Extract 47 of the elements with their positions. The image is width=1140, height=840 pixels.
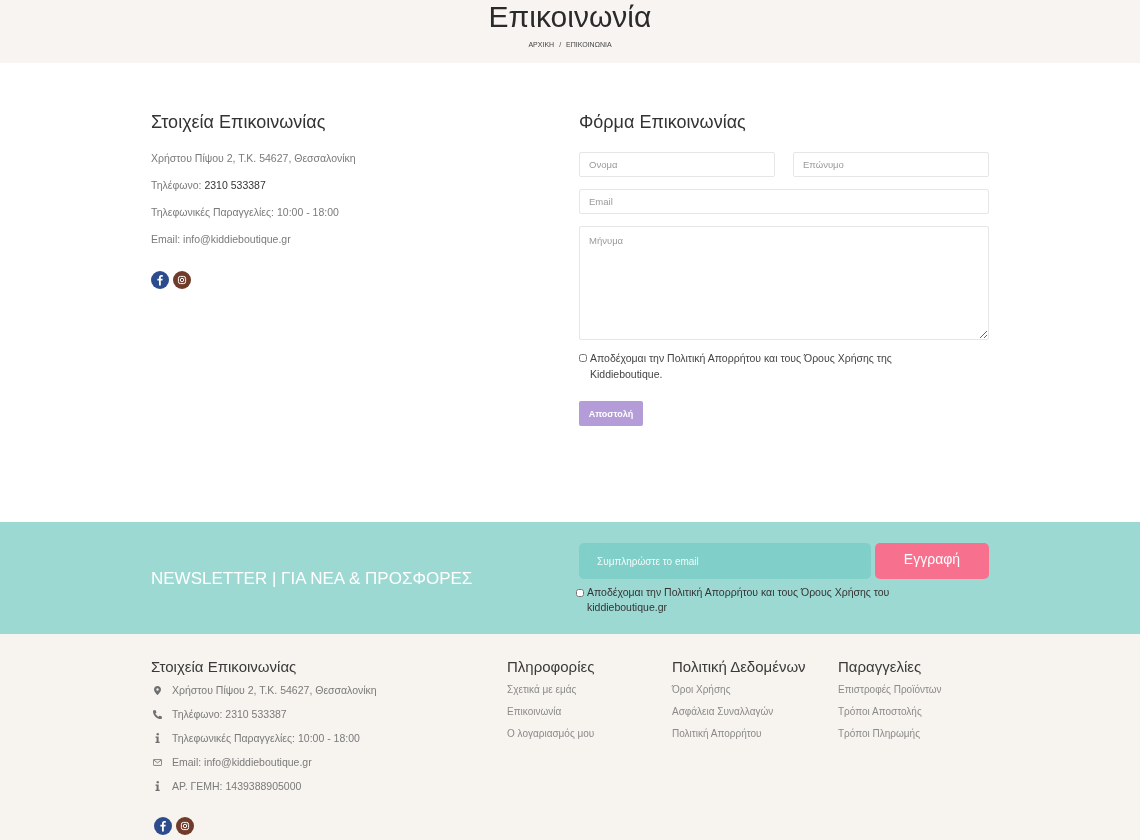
footer-contact-text: Email: info@kiddieboutique.gr bbox=[172, 756, 312, 768]
consent-text: Αποδέχομαι την Πολιτική Απορρήτου και τους Όρους Χρήσης της Kiddieboutique. bbox=[590, 351, 893, 382]
footer-contact-text: Χρήστου Πίψου 2, Τ.Κ. 54627, Θεσσαλονίκη bbox=[172, 684, 377, 696]
instagram-icon[interactable] bbox=[173, 271, 191, 289]
footer-link[interactable]: Ασφάλεια Συναλλαγών bbox=[672, 701, 774, 723]
input-field[interactable]: Επώνυμο bbox=[793, 152, 989, 177]
map-pin-icon bbox=[152, 685, 162, 695]
footer-contact-text: Τηλεφωνικές Παραγγελίες: 10:00 - 18:00 bbox=[172, 732, 360, 744]
envelope-icon bbox=[152, 757, 162, 767]
page-title: Επικοινωνία bbox=[488, 0, 652, 34]
footer-link[interactable]: Επικοινωνία bbox=[507, 701, 562, 723]
footer-contact-text: ΑΡ. ΓΕΜΗ: 1439388905000 bbox=[172, 780, 302, 792]
section-heading: Στοιχεία Επικοινωνίας bbox=[151, 111, 326, 133]
footer-heading: Στοιχεία Επικοινωνίας bbox=[151, 658, 297, 676]
newsletter-title: NEWSLETTER | ΓΙΑ ΝΕΑ & ΠΡΟΣΦΟΡΕΣ bbox=[151, 569, 473, 589]
footer-link[interactable]: Πολιτική Απορρήτου bbox=[672, 723, 762, 745]
subscribe-button[interactable]: Εγγραφή bbox=[875, 543, 989, 579]
footer-link[interactable]: Σχετικά με εμάς bbox=[507, 679, 577, 701]
info-text: Τηλεφωνικές Παραγγελίες: 10:00 - 18:00 bbox=[151, 205, 339, 220]
email-field[interactable]: Συμπληρώστε το email bbox=[579, 543, 871, 579]
footer-link[interactable]: Ο λογαριασμός μου bbox=[507, 723, 595, 745]
info-label: Τηλέφωνο: bbox=[151, 179, 202, 191]
info-text: Email: info@kiddieboutique.gr bbox=[151, 232, 291, 247]
consent-checkbox[interactable] bbox=[576, 588, 584, 597]
form-heading: Φόρμα Επικοινωνίας bbox=[579, 111, 746, 133]
consent-text: Αποδέχομαι την Πολιτική Απορρήτου και τους Όρους Χρήσης του kiddieboutique.gr bbox=[587, 585, 891, 615]
footer-contact-text: Τηλέφωνο: 2310 533387 bbox=[172, 708, 287, 720]
instagram-icon[interactable] bbox=[176, 817, 194, 835]
footer-link[interactable]: Τρόποι Πληρωμής bbox=[838, 723, 920, 745]
facebook-icon[interactable] bbox=[154, 817, 172, 835]
footer-heading: Πολιτική Δεδομένων bbox=[672, 658, 806, 676]
phone-link[interactable]: 2310 533387 bbox=[204, 179, 266, 191]
info-icon bbox=[154, 733, 160, 743]
info-text: Χρήστου Πίψου 2, Τ.Κ. 54627, Θεσσαλονίκη bbox=[151, 151, 356, 166]
footer-link[interactable]: Επιστροφές Προϊόντων bbox=[838, 679, 942, 701]
footer-heading: Παραγγελίες bbox=[838, 658, 922, 676]
input-field[interactable]: Email bbox=[579, 189, 989, 214]
footer-link[interactable]: Τρόποι Αποστολής bbox=[838, 701, 922, 723]
footer-heading: Πληροφορίες bbox=[507, 658, 595, 676]
message-field[interactable]: Μήνυμα bbox=[579, 226, 989, 340]
facebook-icon[interactable] bbox=[151, 271, 169, 289]
phone-icon bbox=[152, 709, 162, 719]
input-field[interactable]: Ονομα bbox=[579, 152, 775, 177]
submit-button[interactable]: Αποστολή bbox=[579, 401, 643, 426]
consent-checkbox[interactable] bbox=[579, 354, 587, 362]
info-icon bbox=[154, 781, 160, 791]
footer-link[interactable]: Όροι Χρήσης bbox=[672, 679, 731, 701]
